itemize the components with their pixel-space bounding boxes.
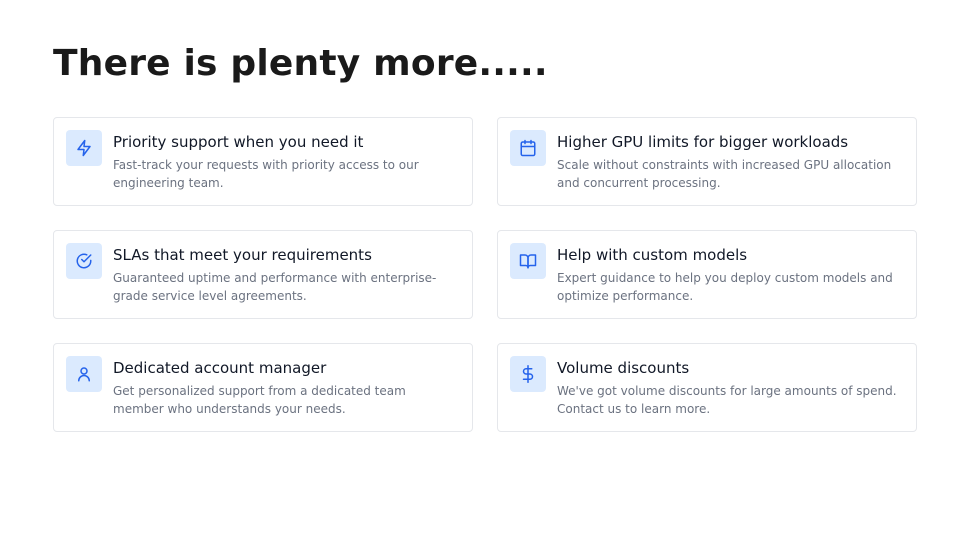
feature-title: SLAs that meet your requirements xyxy=(113,246,372,264)
feature-description: Fast-track your requests with priority a… xyxy=(113,158,419,190)
feature-description: We've got volume discounts for large amo… xyxy=(557,384,897,416)
lightning-bolt-icon xyxy=(66,130,102,166)
book-open-icon xyxy=(510,243,546,279)
check-circle-icon xyxy=(66,243,102,279)
feature-description: Guaranteed uptime and performance with e… xyxy=(113,271,437,303)
dollar-sign-icon xyxy=(510,356,546,392)
feature-description: Get personalized support from a dedicate… xyxy=(113,384,406,416)
user-icon xyxy=(66,356,102,392)
feature-grid: Priority support when you need it Fast-t… xyxy=(53,117,917,432)
feature-card-slas: SLAs that meet your requirements Guarant… xyxy=(53,230,473,319)
page-title: There is plenty more..... xyxy=(53,43,548,84)
feature-description: Expert guidance to help you deploy custo… xyxy=(557,271,893,303)
feature-title: Volume discounts xyxy=(557,359,690,377)
feature-title: Help with custom models xyxy=(557,246,748,264)
feature-title: Priority support when you need it xyxy=(113,133,364,151)
feature-card-custom-models: Help with custom models Expert guidance … xyxy=(497,230,917,319)
feature-title: Higher GPU limits for bigger workloads xyxy=(557,133,849,151)
feature-description: Scale without constraints with increased… xyxy=(557,158,892,190)
calendar-icon xyxy=(510,130,546,166)
feature-card-volume-discounts: Volume discounts We've got volume discou… xyxy=(497,343,917,432)
feature-card-account-manager: Dedicated account manager Get personaliz… xyxy=(53,343,473,432)
feature-title: Dedicated account manager xyxy=(113,359,327,377)
feature-card-gpu-limits: Higher GPU limits for bigger workloads S… xyxy=(497,117,917,206)
feature-card-priority-support: Priority support when you need it Fast-t… xyxy=(53,117,473,206)
